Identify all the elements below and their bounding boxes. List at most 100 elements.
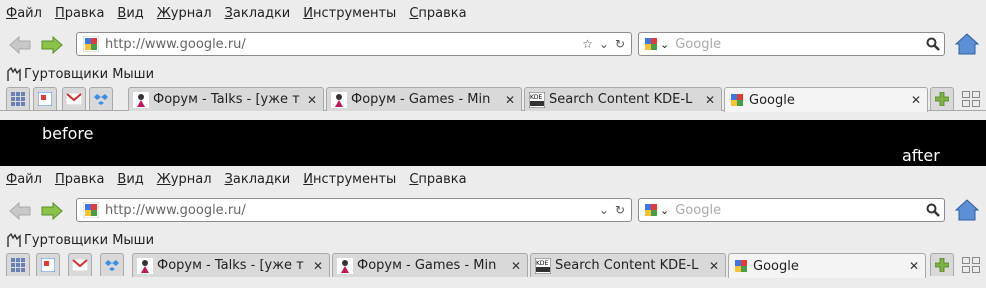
chevron-down-icon[interactable]: ⌄ xyxy=(599,37,609,51)
app-tab-1[interactable] xyxy=(36,253,60,276)
app-favicon-icon xyxy=(41,258,55,272)
menu-bar: Файл Правка Вид Журнал Закладки Инструме… xyxy=(0,166,986,192)
bookmark-item[interactable]: Гуртовщики Мыши xyxy=(6,232,154,248)
tab-label: Search Content KDE-L xyxy=(549,92,693,107)
url-bar[interactable]: http://www.google.ru/ ⌄ ↻ xyxy=(76,198,632,222)
bookmark-star-icon[interactable]: ☆ xyxy=(582,37,593,51)
menu-bookmarks[interactable]: Закладки xyxy=(225,6,291,21)
close-icon[interactable]: ✕ xyxy=(311,259,325,273)
menu-file[interactable]: Файл xyxy=(6,172,42,187)
gmail-icon xyxy=(66,93,82,105)
menu-view[interactable]: Вид xyxy=(117,6,143,21)
navigation-bar: http://www.google.ru/ ⌄ ↻ ⌄ Google xyxy=(0,192,986,229)
browser-chrome-before: Файл Правка Вид Журнал Закладки Инструме… xyxy=(0,0,986,120)
grid-icon xyxy=(11,258,25,272)
search-input[interactable]: Google xyxy=(669,37,922,52)
app-tab-dropbox[interactable] xyxy=(89,87,113,110)
app-tab-dropbox[interactable] xyxy=(100,253,124,276)
tab-google[interactable]: Google ✕ xyxy=(728,253,926,278)
search-button[interactable] xyxy=(922,203,944,217)
menu-history[interactable]: Журнал xyxy=(157,172,212,187)
back-arrow-icon xyxy=(9,201,31,220)
tab-groups-icon[interactable] xyxy=(962,91,980,107)
app-tab-gmail[interactable] xyxy=(68,253,92,276)
menu-file[interactable]: Файл xyxy=(6,6,42,21)
menu-history[interactable]: Журнал xyxy=(157,6,212,21)
search-engine-selector[interactable]: ⌄ xyxy=(639,36,669,52)
forward-button[interactable] xyxy=(38,198,66,224)
close-icon[interactable]: ✕ xyxy=(707,259,721,273)
url-text: http://www.google.ru/ xyxy=(105,36,246,52)
google-favicon-icon xyxy=(83,202,99,218)
kde-favicon-icon: KDE xyxy=(529,91,545,108)
new-tab-button[interactable] xyxy=(930,253,954,276)
menu-edit[interactable]: Правка xyxy=(55,172,104,187)
tab-kde-look[interactable]: KDE Search Content KDE-L ✕ xyxy=(530,253,726,277)
back-button[interactable] xyxy=(6,32,34,58)
svg-text:KDE: KDE xyxy=(530,94,543,101)
url-bar[interactable]: http://www.google.ru/ ☆ ⌄ ↻ xyxy=(76,32,632,56)
google-favicon-icon xyxy=(645,38,657,50)
search-bar[interactable]: ⌄ Google xyxy=(638,198,945,222)
svg-text:KDE: KDE xyxy=(536,260,549,267)
before-label: before xyxy=(42,124,94,143)
tab-forum-games[interactable]: Форум - Games - Min ✕ xyxy=(326,87,522,111)
search-bar[interactable]: ⌄ Google xyxy=(638,32,945,56)
menu-bar: Файл Правка Вид Журнал Закладки Инструме… xyxy=(0,0,986,26)
tab-label: Форум - Games - Min xyxy=(357,258,497,273)
app-tab-gmail[interactable] xyxy=(62,87,86,110)
tab-forum-talks[interactable]: Форум - Talks - [уже т ✕ xyxy=(128,87,324,111)
close-icon[interactable]: ✕ xyxy=(509,259,523,273)
reload-icon[interactable]: ↻ xyxy=(615,37,625,51)
tab-grid-button[interactable] xyxy=(6,253,30,276)
back-button[interactable] xyxy=(6,198,34,224)
menu-tools[interactable]: Инструменты xyxy=(303,172,396,187)
comparison-divider: before after xyxy=(0,120,986,166)
tab-kde-look[interactable]: KDE Search Content KDE-L ✕ xyxy=(524,87,722,111)
menu-edit[interactable]: Правка xyxy=(55,6,104,21)
reload-icon[interactable]: ↻ xyxy=(615,203,625,217)
chevron-down-icon: ⌄ xyxy=(660,37,670,51)
search-button[interactable] xyxy=(922,37,944,51)
menu-help[interactable]: Справка xyxy=(409,172,466,187)
home-button[interactable] xyxy=(953,197,981,223)
bookmark-item[interactable]: Гуртовщики Мыши xyxy=(6,66,154,82)
magnifier-icon xyxy=(926,203,940,217)
home-button[interactable] xyxy=(953,31,981,57)
plus-icon xyxy=(935,92,949,106)
close-icon[interactable]: ✕ xyxy=(907,259,921,273)
app-tab-1[interactable] xyxy=(33,87,57,110)
search-input[interactable]: Google xyxy=(669,203,922,218)
chevron-down-icon: ⌄ xyxy=(660,203,670,217)
close-icon[interactable]: ✕ xyxy=(703,93,717,107)
chevron-down-icon[interactable]: ⌄ xyxy=(599,203,609,217)
tab-forum-games[interactable]: Форум - Games - Min ✕ xyxy=(332,253,528,277)
forum-favicon-icon xyxy=(137,257,153,274)
tab-groups-icon[interactable] xyxy=(962,257,980,273)
search-engine-selector[interactable]: ⌄ xyxy=(639,202,669,218)
menu-tools[interactable]: Инструменты xyxy=(303,6,396,21)
gmail-icon xyxy=(72,259,88,271)
close-icon[interactable]: ✕ xyxy=(305,93,319,107)
new-tab-button[interactable] xyxy=(930,87,954,110)
tab-grid-button[interactable] xyxy=(6,87,30,110)
tab-label: Форум - Games - Min xyxy=(351,92,491,107)
kde-favicon-icon: KDE xyxy=(535,257,551,274)
close-icon[interactable]: ✕ xyxy=(909,93,923,107)
tab-label: Форум - Talks - [уже т xyxy=(157,258,304,273)
forward-button[interactable] xyxy=(38,32,66,58)
google-favicon-icon xyxy=(645,204,657,216)
google-favicon-icon xyxy=(735,260,747,272)
grid-icon xyxy=(11,92,25,106)
menu-view[interactable]: Вид xyxy=(117,172,143,187)
menu-bookmarks[interactable]: Закладки xyxy=(225,172,291,187)
bookmarks-toolbar: Гуртовщики Мыши xyxy=(0,63,986,85)
tab-google[interactable]: Google ✕ xyxy=(724,87,928,112)
menu-help[interactable]: Справка xyxy=(409,6,466,21)
tab-bar: Форум - Talks - [уже т ✕ Форум - Games -… xyxy=(0,251,986,278)
close-icon[interactable]: ✕ xyxy=(503,93,517,107)
url-text: http://www.google.ru/ xyxy=(105,202,246,218)
tab-bar: Форум - Talks - [уже т ✕ Форум - Games -… xyxy=(0,85,986,112)
tab-forum-talks[interactable]: Форум - Talks - [уже т ✕ xyxy=(132,253,330,277)
navigation-bar: http://www.google.ru/ ☆ ⌄ ↻ ⌄ Google xyxy=(0,26,986,63)
